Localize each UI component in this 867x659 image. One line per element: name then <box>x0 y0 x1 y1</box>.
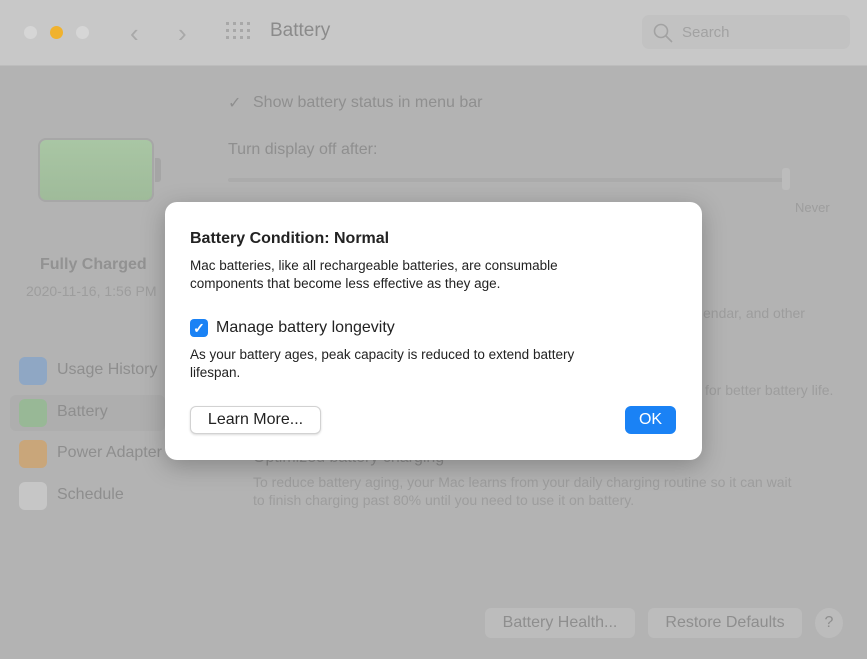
forward-chevron-icon[interactable]: › <box>178 18 187 49</box>
show-status-label: Show battery status in menu bar <box>253 94 483 111</box>
sidebar-item-schedule[interactable]: Schedule <box>57 486 124 504</box>
title-bar: ‹ › Battery Search <box>0 0 867 66</box>
slider-never-label: Never <box>795 200 830 215</box>
grid-icon[interactable] <box>226 22 250 42</box>
close-button[interactable] <box>24 26 37 39</box>
sidebar-item-power-adapter[interactable]: Power Adapter <box>57 444 162 462</box>
window-title: Battery <box>270 20 331 41</box>
zoom-button[interactable] <box>76 26 89 39</box>
show-status-checkmark-icon[interactable]: ✓ <box>228 93 241 113</box>
bar-chart-icon <box>19 357 47 385</box>
battery-icon <box>19 399 47 427</box>
background-text: endar, and other <box>703 305 805 321</box>
optimized-charging-desc: To reduce battery aging, your Mac learns… <box>253 474 792 490</box>
battery-status: Fully Charged <box>40 256 147 273</box>
learn-more-button[interactable]: Learn More... <box>190 406 321 434</box>
restore-defaults-button[interactable]: Restore Defaults <box>648 608 802 638</box>
search-icon <box>653 23 673 43</box>
battery-condition-dialog: Battery Condition: Normal Mac batteries,… <box>165 202 702 460</box>
battery-timestamp: 2020-11-16, 1:56 PM <box>26 283 157 299</box>
search-placeholder: Search <box>682 24 730 41</box>
back-chevron-icon[interactable]: ‹ <box>130 18 139 49</box>
help-button[interactable]: ? <box>815 608 843 638</box>
sidebar-item-battery[interactable]: Battery <box>57 403 108 421</box>
ok-button[interactable]: OK <box>625 406 676 434</box>
slider-thumb[interactable] <box>782 168 790 190</box>
minimize-button[interactable] <box>50 26 63 39</box>
manage-longevity-desc: As your battery ages, peak capacity is r… <box>190 347 575 380</box>
bolt-icon <box>19 440 47 468</box>
battery-terminal <box>155 158 161 182</box>
optimized-charging-desc: to finish charging past 80% until you ne… <box>253 492 635 508</box>
background-text: for better battery life. <box>705 382 834 398</box>
display-off-label: Turn display off after: <box>228 141 378 158</box>
manage-longevity-label[interactable]: Manage battery longevity <box>216 319 395 337</box>
dialog-title: Battery Condition: Normal <box>190 230 390 247</box>
manage-longevity-checkbox[interactable]: ✓ <box>190 319 208 337</box>
battery-health-button[interactable]: Battery Health... <box>485 608 635 638</box>
dialog-description: Mac batteries, like all rechargeable bat… <box>190 258 558 291</box>
display-off-slider[interactable] <box>228 178 788 182</box>
sidebar-item-usage-history[interactable]: Usage History <box>57 361 157 379</box>
search-input[interactable]: Search <box>642 15 850 49</box>
calendar-icon <box>19 482 47 510</box>
battery-graphic <box>38 138 154 202</box>
